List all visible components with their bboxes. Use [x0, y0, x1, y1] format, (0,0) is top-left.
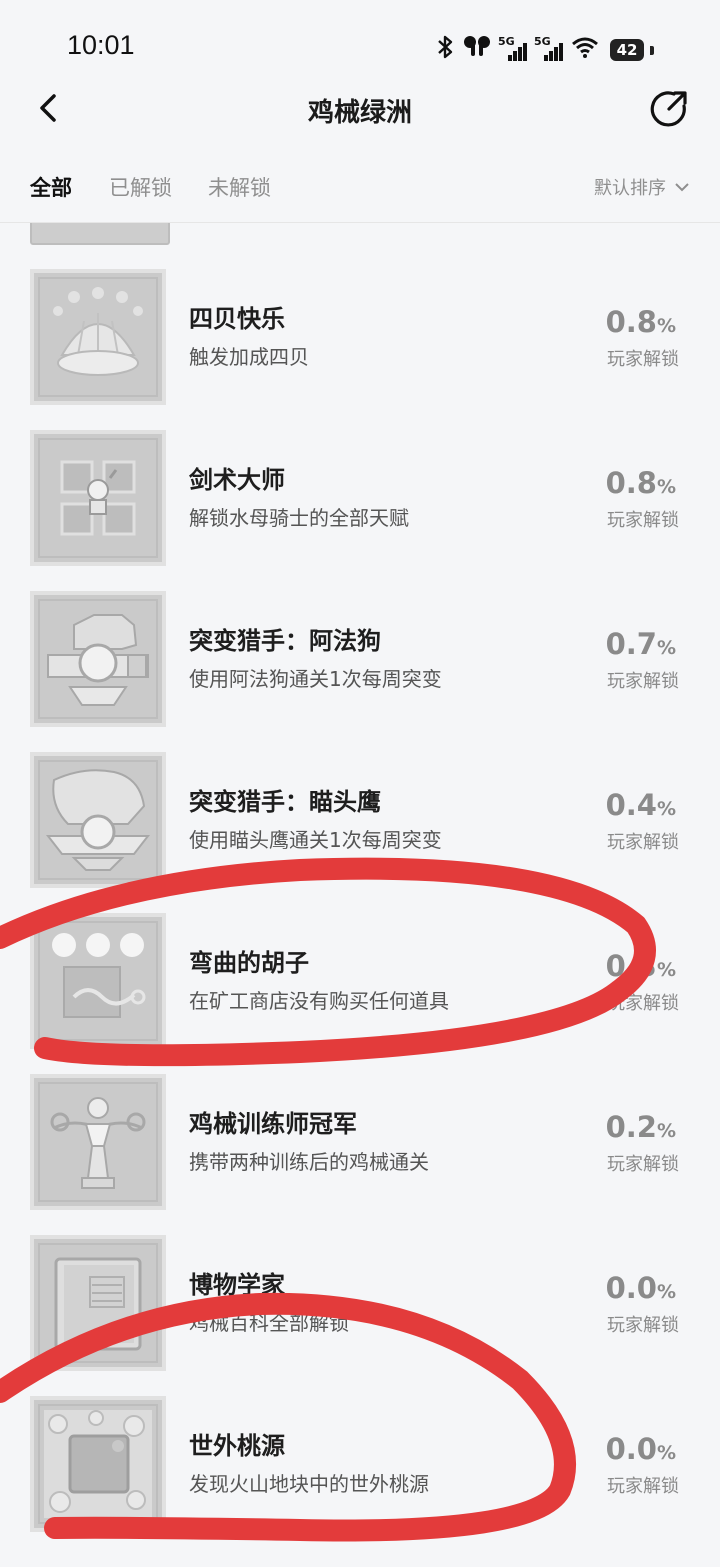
unlock-percent: 0.2%	[605, 1110, 676, 1144]
volcano-tile-icon	[44, 1410, 152, 1518]
status-time: 10:01	[67, 30, 135, 60]
sort-label: 默认排序	[594, 178, 666, 199]
filter-tabs: 全部 已解锁 未解锁 默认排序	[0, 160, 720, 220]
signal-icon: 5G	[534, 35, 564, 63]
achievement-desc: 触发加成四贝	[189, 345, 309, 369]
nav-bar: 鸡械绿洲	[0, 72, 720, 148]
shell-icon	[53, 287, 143, 376]
unlock-percent: 0.7%	[605, 627, 676, 661]
book-icon	[54, 1257, 142, 1351]
achievement-thumb	[30, 1235, 166, 1371]
dog-emblem-icon	[47, 614, 149, 706]
achievement-name: 突变猎手：瞄头鹰	[189, 788, 381, 816]
tab-unlocked[interactable]: 已解锁	[109, 172, 172, 202]
tab-all[interactable]: 全部	[30, 172, 72, 202]
achievement-list[interactable]: 四贝快乐 触发加成四贝 0.8% 玩家解锁 剑术大师 解锁水母骑士的全部天赋 0…	[0, 223, 720, 1567]
achievement-thumb	[30, 591, 166, 727]
list-item[interactable]: 鸡械训练师冠军 携带两种训练后的鸡械通关 0.2% 玩家解锁	[0, 1074, 720, 1210]
unlock-percent: 0.3%	[605, 949, 676, 983]
list-item[interactable]: 博物学家 鸡械百科全部解锁 0.0% 玩家解锁	[0, 1235, 720, 1371]
battery-nub	[650, 45, 654, 55]
unlock-label: 玩家解锁	[607, 510, 679, 531]
battery-icon: 42	[610, 39, 644, 61]
list-item[interactable]: 剑术大师 解锁水母骑士的全部天赋 0.8% 玩家解锁	[0, 430, 720, 566]
unlock-percent: 0.0%	[605, 1271, 676, 1305]
achievement-desc: 使用阿法狗通关1次每周突变	[189, 667, 442, 691]
achievement-desc: 解锁水母骑士的全部天赋	[189, 506, 409, 530]
achievement-name: 弯曲的胡子	[189, 949, 309, 977]
achievement-thumb-partial	[30, 223, 170, 245]
sort-dropdown[interactable]: 默认排序	[594, 174, 690, 200]
achievement-name: 鸡械训练师冠军	[189, 1110, 357, 1138]
unlock-label: 玩家解锁	[607, 349, 679, 370]
achievement-name: 博物学家	[189, 1271, 285, 1299]
achievement-thumb	[30, 430, 166, 566]
mustache-icon	[52, 933, 146, 1018]
knight-icon	[60, 460, 136, 536]
achievement-desc: 使用瞄头鹰通关1次每周突变	[189, 828, 442, 852]
unlock-label: 玩家解锁	[607, 1154, 679, 1175]
list-item[interactable]: 四贝快乐 触发加成四贝 0.8% 玩家解锁	[0, 269, 720, 405]
unlock-label: 玩家解锁	[607, 671, 679, 692]
unlock-percent: 0.8%	[605, 305, 676, 339]
bluetooth-icon	[434, 34, 456, 66]
achievement-desc: 鸡械百科全部解锁	[189, 1311, 349, 1335]
status-icons: 5G 5G 42	[434, 34, 654, 66]
wifi-icon	[570, 35, 600, 65]
achievement-name: 剑术大师	[189, 466, 285, 494]
tab-locked[interactable]: 未解锁	[208, 172, 271, 202]
achievement-thumb	[30, 1396, 166, 1532]
owl-emblem-icon	[45, 769, 151, 871]
unlock-percent: 0.4%	[605, 788, 676, 822]
list-item[interactable]: 世外桃源 发现火山地块中的世外桃源 0.0% 玩家解锁	[0, 1396, 720, 1532]
trophy-icon	[50, 1097, 146, 1189]
unlock-label: 玩家解锁	[607, 1315, 679, 1336]
page-title: 鸡械绿洲	[307, 98, 412, 128]
achievement-desc: 在矿工商店没有购买任何道具	[189, 989, 449, 1013]
share-button[interactable]	[650, 88, 690, 128]
earbuds-icon	[462, 34, 492, 66]
unlock-label: 玩家解锁	[607, 1476, 679, 1497]
achievement-thumb	[30, 752, 166, 888]
chevron-down-icon	[675, 183, 689, 192]
unlock-percent: 0.8%	[605, 466, 676, 500]
signal-icon: 5G	[498, 35, 528, 63]
achievement-name: 世外桃源	[189, 1432, 285, 1460]
achievement-desc: 携带两种训练后的鸡械通关	[189, 1150, 429, 1174]
list-item[interactable]: 弯曲的胡子 在矿工商店没有购买任何道具 0.3% 玩家解锁	[0, 913, 720, 1049]
achievement-thumb	[30, 269, 166, 405]
unlock-label: 玩家解锁	[607, 832, 679, 853]
list-item[interactable]: 突变猎手：瞄头鹰 使用瞄头鹰通关1次每周突变 0.4% 玩家解锁	[0, 752, 720, 888]
achievement-thumb	[30, 913, 166, 1049]
achievement-name: 四贝快乐	[189, 305, 285, 333]
achievement-name: 突变猎手：阿法狗	[189, 627, 381, 655]
achievement-thumb	[30, 1074, 166, 1210]
unlock-percent: 0.0%	[605, 1432, 676, 1466]
list-item[interactable]: 突变猎手：阿法狗 使用阿法狗通关1次每周突变 0.7% 玩家解锁	[0, 591, 720, 727]
unlock-label: 玩家解锁	[607, 993, 679, 1014]
achievement-desc: 发现火山地块中的世外桃源	[189, 1472, 429, 1496]
share-icon	[650, 91, 687, 127]
